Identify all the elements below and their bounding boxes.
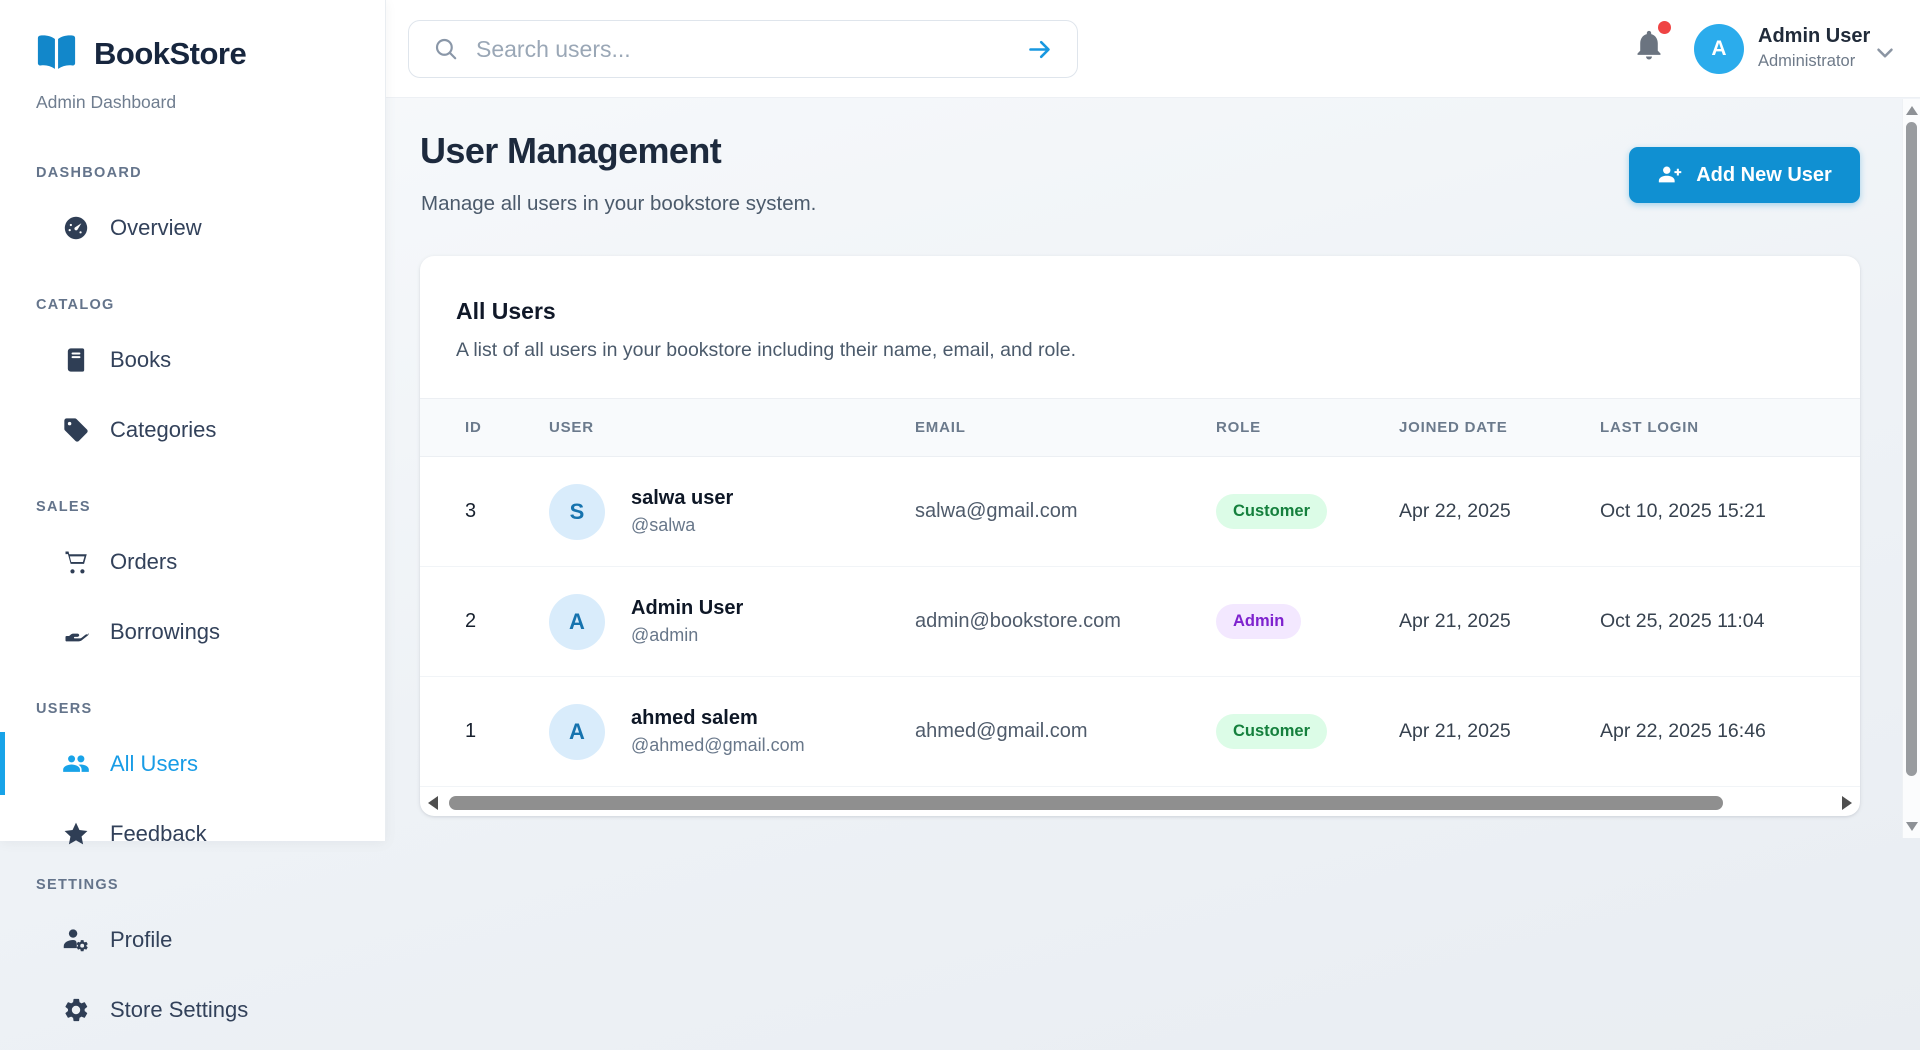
joined-date: Apr 21, 2025 xyxy=(1399,720,1600,743)
sidebar-item-overview[interactable]: Overview xyxy=(62,205,385,251)
search-icon xyxy=(433,36,459,62)
col-header-email: EMAIL xyxy=(915,419,1216,436)
avatar: A xyxy=(549,594,605,650)
notification-dot xyxy=(1658,21,1671,34)
last-login: Oct 25, 2025 11:04 xyxy=(1600,610,1860,633)
book-icon xyxy=(62,346,90,374)
user-handle: @salwa xyxy=(631,515,733,536)
chevron-down-icon[interactable] xyxy=(1872,40,1898,66)
col-header-joined: JOINED DATE xyxy=(1399,419,1600,436)
cart-icon xyxy=(62,548,90,576)
user-name: ahmed salem xyxy=(631,707,805,730)
table-row[interactable]: 2 A Admin User @admin admin@bookstore.co… xyxy=(420,567,1860,677)
scroll-left-arrow-icon[interactable] xyxy=(428,796,438,810)
sidebar-item-label: Store Settings xyxy=(110,997,248,1023)
gauge-icon xyxy=(62,214,90,242)
sidebar-item-label: Borrowings xyxy=(110,619,220,645)
user-email: admin@bookstore.com xyxy=(915,610,1216,633)
users-icon xyxy=(62,750,90,778)
search-bar[interactable] xyxy=(408,20,1078,78)
col-header-user: USER xyxy=(549,419,915,436)
avatar: A xyxy=(549,704,605,760)
brand-name: BookStore xyxy=(94,36,246,72)
add-new-user-label: Add New User xyxy=(1696,164,1832,187)
table-row[interactable]: 1 A ahmed salem @ahmed@gmail.com ahmed@g… xyxy=(420,677,1860,787)
search-input[interactable] xyxy=(476,36,1009,63)
sidebar-item-orders[interactable]: Orders xyxy=(62,539,385,585)
user-plus-icon xyxy=(1657,162,1683,188)
sidebar-item-all-users[interactable]: All Users xyxy=(62,741,385,787)
user-gear-icon xyxy=(62,926,90,954)
scroll-up-arrow-icon[interactable] xyxy=(1906,106,1918,115)
table-header-row: ID USER EMAIL ROLE JOINED DATE LAST LOGI… xyxy=(420,398,1860,457)
tag-icon xyxy=(62,416,90,444)
sidebar-item-label: Overview xyxy=(110,215,202,241)
scroll-right-arrow-icon[interactable] xyxy=(1842,796,1852,810)
user-handle: @ahmed@gmail.com xyxy=(631,735,805,756)
hand-holding-icon xyxy=(62,618,90,646)
card-title: All Users xyxy=(456,298,1860,325)
vertical-scrollbar-thumb[interactable] xyxy=(1906,122,1917,776)
sidebar-item-label: Books xyxy=(110,347,171,373)
avatar: S xyxy=(549,484,605,540)
vertical-scrollbar[interactable] xyxy=(1902,99,1920,838)
user-menu[interactable]: Admin User Administrator xyxy=(1758,25,1870,71)
add-new-user-button[interactable]: Add New User xyxy=(1629,147,1860,203)
gear-icon xyxy=(62,996,90,1024)
sidebar: BookStore Admin Dashboard DASHBOARD Over… xyxy=(0,0,386,1050)
user-name: salwa user xyxy=(631,487,733,510)
col-header-last-login: LAST LOGIN xyxy=(1600,419,1860,436)
brand-subtitle: Admin Dashboard xyxy=(36,92,385,113)
sidebar-item-categories[interactable]: Categories xyxy=(62,407,385,453)
sidebar-section-dashboard: DASHBOARD xyxy=(36,165,385,181)
card-description: A list of all users in your bookstore in… xyxy=(456,339,1860,362)
sidebar-item-label: Categories xyxy=(110,417,216,443)
sidebar-item-books[interactable]: Books xyxy=(62,337,385,383)
col-header-role: ROLE xyxy=(1216,419,1399,436)
role-badge: Admin xyxy=(1216,604,1301,639)
scroll-down-arrow-icon[interactable] xyxy=(1906,822,1918,831)
sidebar-item-store-settings[interactable]: Store Settings xyxy=(62,987,386,1033)
page-title: User Management xyxy=(420,130,721,172)
sidebar-settings-group: SETTINGS Profile Store Settings xyxy=(0,841,386,1033)
sidebar-item-label: Orders xyxy=(110,549,177,575)
user-email: ahmed@gmail.com xyxy=(915,720,1216,743)
search-submit-arrow-icon[interactable] xyxy=(1026,36,1053,63)
sidebar-section-settings: SETTINGS xyxy=(36,877,386,893)
user-role: Administrator xyxy=(1758,52,1870,71)
open-book-logo-icon xyxy=(33,30,80,77)
sidebar-section-users: USERS xyxy=(36,701,385,717)
user-name: Admin User xyxy=(1758,25,1870,48)
user-name: Admin User xyxy=(631,597,743,620)
all-users-card: All Users A list of all users in your bo… xyxy=(420,256,1860,816)
sidebar-section-catalog: CATALOG xyxy=(36,297,385,313)
user-id: 1 xyxy=(465,720,549,743)
horizontal-scrollbar-thumb[interactable] xyxy=(449,796,1723,810)
user-handle: @admin xyxy=(631,625,743,646)
role-badge: Customer xyxy=(1216,494,1327,529)
sidebar-item-borrowings[interactable]: Borrowings xyxy=(62,609,385,655)
sidebar-item-label: All Users xyxy=(110,751,198,777)
user-id: 2 xyxy=(465,610,549,633)
notifications-button[interactable] xyxy=(1632,27,1670,67)
role-badge: Customer xyxy=(1216,714,1327,749)
sidebar-panel: BookStore Admin Dashboard DASHBOARD Over… xyxy=(0,0,386,841)
joined-date: Apr 21, 2025 xyxy=(1399,610,1600,633)
col-header-id: ID xyxy=(465,419,549,436)
sidebar-section-sales: SALES xyxy=(36,499,385,515)
user-email: salwa@gmail.com xyxy=(915,500,1216,523)
page-subtitle: Manage all users in your bookstore syste… xyxy=(421,192,816,216)
last-login: Oct 10, 2025 15:21 xyxy=(1600,500,1860,523)
joined-date: Apr 22, 2025 xyxy=(1399,500,1600,523)
user-id: 3 xyxy=(465,500,549,523)
sidebar-item-label: Profile xyxy=(110,927,172,953)
brand-logo[interactable]: BookStore xyxy=(0,0,385,77)
last-login: Apr 22, 2025 16:46 xyxy=(1600,720,1860,743)
table-row[interactable]: 3 S salwa user @salwa salwa@gmail.com Cu… xyxy=(420,457,1860,567)
horizontal-scrollbar[interactable] xyxy=(428,795,1852,811)
sidebar-item-profile[interactable]: Profile xyxy=(62,917,386,963)
user-avatar[interactable]: A xyxy=(1694,24,1744,74)
